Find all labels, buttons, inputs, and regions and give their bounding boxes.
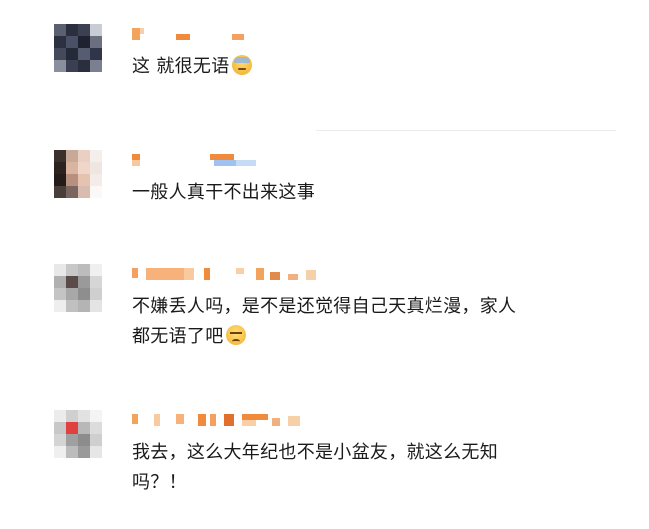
- comment-text: 一般人真干不出来这事: [132, 182, 315, 203]
- divider: [316, 130, 616, 131]
- comment-text-line: 不嫌丢人吗，是不是还觉得自己天真烂漫，家人: [132, 296, 517, 317]
- avatar[interactable]: [54, 264, 102, 312]
- comment-list: 这 就很无语 一般人真干不出来这事 不嫌丢人吗，是不是还觉得自己天真烂漫，家人 …: [0, 0, 649, 529]
- sweat-face-emoji: [231, 55, 252, 75]
- comment-text-line: 都无语了吧: [132, 326, 224, 347]
- comment-text: 这 就很无语: [132, 56, 230, 77]
- comment-text-line: 吗？！: [132, 472, 187, 493]
- avatar[interactable]: [54, 150, 102, 198]
- avatar[interactable]: [54, 24, 102, 72]
- unamused-face-emoji: [225, 325, 246, 345]
- avatar[interactable]: [54, 410, 102, 458]
- comment-text-line: 我去，这么大年纪也不是小盆友，就这么无知: [132, 442, 498, 463]
